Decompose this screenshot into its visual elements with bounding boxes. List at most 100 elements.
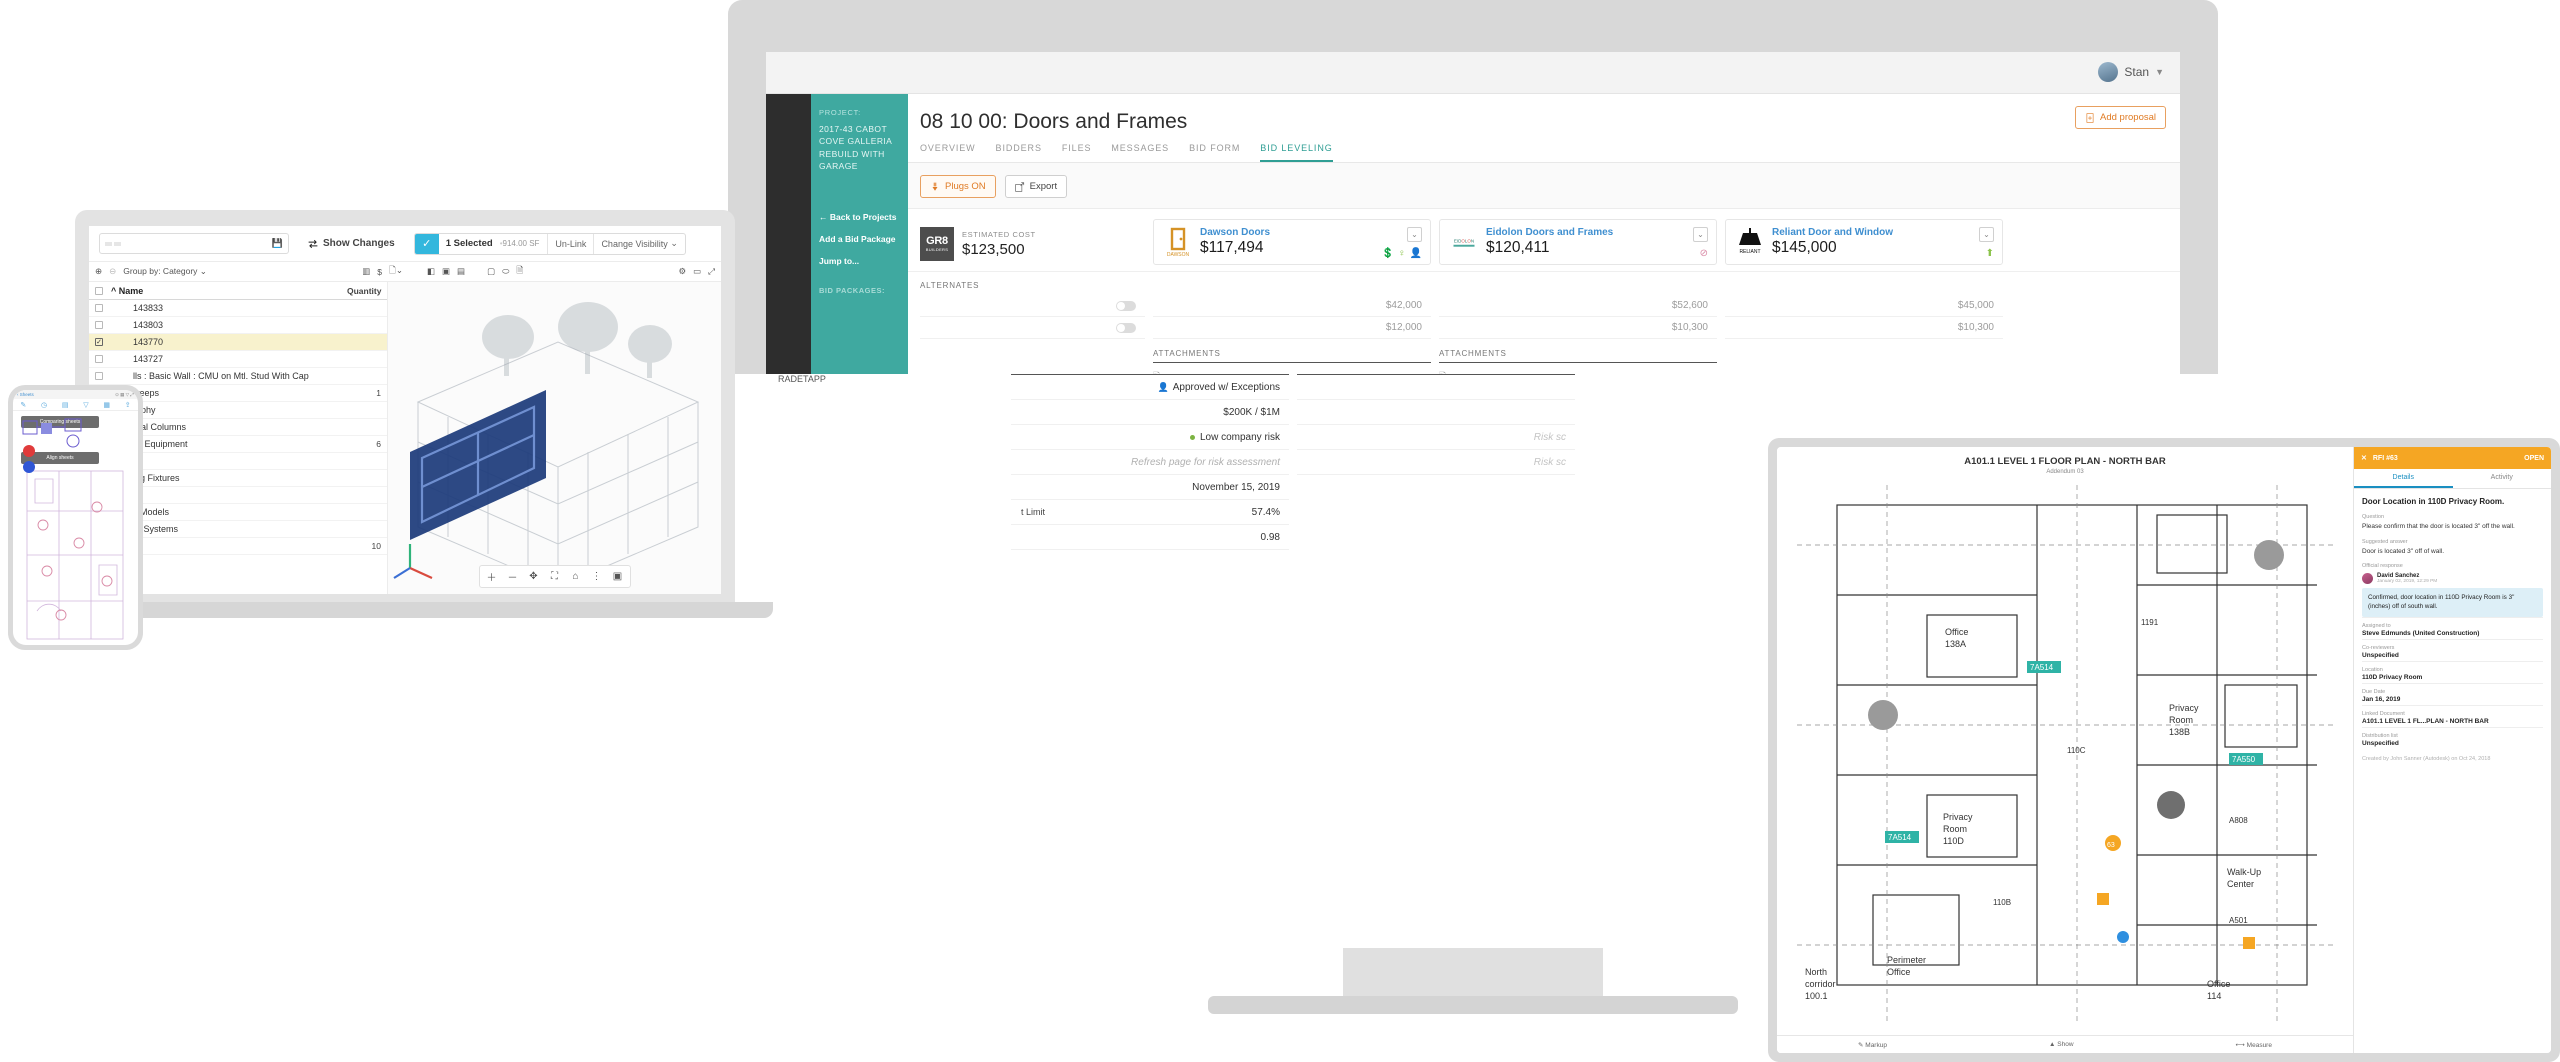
chevron-down-icon[interactable]: ⌄: [1979, 227, 1994, 242]
table-row[interactable]: 143803: [89, 317, 387, 334]
alternate-toggle[interactable]: [1116, 300, 1136, 311]
keyboard-icon[interactable]: ▭: [693, 266, 701, 277]
back-to-projects-link[interactable]: ← Back to Projects: [811, 206, 908, 228]
remove-icon[interactable]: ⊖: [109, 266, 116, 277]
floor-plan-canvas[interactable]: A101.1 LEVEL 1 FLOOR PLAN - NORTH BAR Ad…: [1777, 447, 2353, 1053]
export-button[interactable]: Export: [1004, 175, 1068, 198]
vendor-price: $145,000: [1772, 239, 1837, 256]
person-check-icon: 👤: [1157, 381, 1169, 392]
clock-icon[interactable]: ◷: [41, 401, 47, 409]
view-section-icon[interactable]: ▤: [457, 266, 465, 277]
unlink-button[interactable]: Un-Link: [547, 233, 593, 254]
tab-files[interactable]: FILES: [1062, 143, 1092, 162]
project-panel: PROJECT: 2017-43 CABOT COVE GALLERIA REB…: [811, 94, 908, 374]
view-3d-icon[interactable]: ▢: [487, 266, 495, 277]
export-doc-icon[interactable]: 🗋⌄: [389, 265, 403, 279]
change-visibility-button[interactable]: Change Visibility ⌄: [593, 233, 684, 254]
svg-text:North: North: [1805, 967, 1827, 977]
blueprint-drawing: Office 138A Privacy Room 110D Privacy Room 13…: [1797, 485, 2337, 1025]
svg-text:7A514: 7A514: [2030, 663, 2054, 672]
row-name: c Models: [133, 507, 170, 517]
save-icon[interactable]: 💾: [272, 238, 283, 249]
add-icon[interactable]: ⊕: [95, 266, 102, 277]
vendor-card-eidolon[interactable]: EIDOLON Eidolon Doors and Frames $120,41…: [1439, 219, 1717, 265]
view-box-icon[interactable]: ▣: [442, 266, 450, 277]
row-checkbox[interactable]: [95, 321, 103, 329]
tab-bid-leveling[interactable]: BID LEVELING: [1260, 143, 1333, 162]
responded-at: January 02, 2019, 12:29 PM: [2377, 579, 2438, 585]
model-3d-viewer[interactable]: ＋ － ✥ ⛶ ⌂ ⋮ ▣: [387, 282, 721, 594]
ghost-icon[interactable]: ⬭: [502, 266, 509, 277]
alternates-eidolon: $52,600 $10,300 ATTACHMENTS 🗎 BTC_2017-4…: [1439, 295, 1717, 374]
filter-icon[interactable]: ▽: [83, 401, 88, 409]
vendor-card-dawson[interactable]: DAWSON Dawson Doors $117,494 ⌄ 💲 ♀ 👤: [1153, 219, 1431, 265]
home-icon[interactable]: ⌂: [566, 568, 586, 585]
tab-bid-form[interactable]: BID FORM: [1189, 143, 1240, 162]
back-button[interactable]: ‹ Sheets: [17, 392, 34, 397]
svg-text:114: 114: [2207, 991, 2221, 1001]
alternate-toggle[interactable]: [1116, 322, 1136, 333]
swap-arrows-icon: [308, 239, 318, 248]
view-cube-icon[interactable]: ◧: [427, 266, 435, 277]
zoom-in-icon[interactable]: ＋: [482, 568, 502, 585]
check-icon[interactable]: ✓: [414, 233, 439, 254]
tradeapp-label: RADETAPP: [778, 374, 826, 384]
fit-icon[interactable]: ⛶: [545, 568, 565, 585]
chevron-down-icon[interactable]: ⌄: [1693, 227, 1708, 242]
tab-bidders[interactable]: BIDDERS: [996, 143, 1042, 162]
add-proposal-button[interactable]: Add proposal: [2075, 106, 2166, 129]
row-checkbox[interactable]: [95, 372, 103, 380]
measure-tool[interactable]: ⟷ Measure: [2236, 1041, 2272, 1049]
camera-icon[interactable]: ▣: [608, 568, 628, 585]
grid-icon[interactable]: ▦: [103, 401, 110, 409]
columns-icon[interactable]: ▥: [362, 266, 370, 277]
show-tool[interactable]: ▲ Show: [2049, 1041, 2074, 1048]
share-icon[interactable]: ⇪: [125, 401, 131, 409]
vendor-name[interactable]: Eidolon Doors and Frames: [1486, 227, 1613, 238]
pen-icon[interactable]: ✎: [20, 401, 26, 409]
layers-icon[interactable]: ▤: [62, 401, 69, 409]
plugs-toggle-button[interactable]: Plugs ON: [920, 175, 996, 198]
rfi-id: RFI #63: [2372, 454, 2398, 462]
company-risk-label: Low company risk: [1199, 431, 1280, 443]
vendor-name[interactable]: Reliant Door and Window: [1772, 227, 1893, 238]
table-row[interactable]: lls : Basic Wall : CMU on Mtl. Stud With…: [89, 368, 387, 385]
tab-messages[interactable]: MESSAGES: [1111, 143, 1169, 162]
chevron-down-icon[interactable]: ⌄: [1407, 227, 1422, 242]
gr8-builders-logo: GR8 BUILDERS: [920, 227, 954, 261]
gear-icon[interactable]: ⚙: [679, 266, 687, 277]
mobile-blueprint[interactable]: [13, 415, 138, 645]
expand-icon[interactable]: ⤢: [708, 266, 715, 277]
user-menu[interactable]: Stan ▼: [2098, 62, 2164, 82]
row-checkbox[interactable]: [95, 304, 103, 312]
currency-icon[interactable]: $: [377, 267, 382, 277]
table-row[interactable]: ✓ 143770: [89, 334, 387, 351]
alternate-value: $12,000: [1153, 317, 1431, 339]
sheet-icon[interactable]: 🗎: [516, 265, 523, 279]
add-bid-package-link[interactable]: Add a Bid Package: [811, 228, 908, 250]
show-changes-button[interactable]: Show Changes: [299, 233, 404, 254]
tab-activity[interactable]: Activity: [2453, 469, 2552, 488]
vendor-name[interactable]: Dawson Doors: [1200, 227, 1270, 238]
pan-icon[interactable]: ✥: [524, 568, 544, 585]
markup-tool[interactable]: ✎ Markup: [1858, 1041, 1887, 1049]
rfi-detail-panel: ✕ RFI #63 OPEN Details Activity Door Loc…: [2353, 447, 2551, 1053]
table-row[interactable]: 143727: [89, 351, 387, 368]
svg-text:1191: 1191: [2141, 618, 2159, 627]
zoom-out-icon[interactable]: －: [503, 568, 523, 585]
select-all-checkbox[interactable]: [95, 286, 103, 295]
row-checkbox[interactable]: [95, 355, 103, 363]
row-checkbox[interactable]: ✓: [95, 338, 103, 346]
tab-overview[interactable]: OVERVIEW: [920, 143, 976, 162]
column-quantity: Quantity: [347, 285, 382, 296]
search-input[interactable]: 💾: [99, 233, 289, 254]
mobile-topbar: ‹ Sheets ⊙ ▦ ▽ ⤢: [13, 390, 138, 399]
jump-to-link[interactable]: Jump to...: [811, 250, 908, 272]
table-row[interactable]: 143833: [89, 300, 387, 317]
project-name: 2017-43 CABOT COVE GALLERIA REBUILD WITH…: [819, 124, 892, 171]
vendor-card-reliant[interactable]: RELIANT Reliant Door and Window $145,000…: [1725, 219, 2003, 265]
bid-leveling-content: 08 10 00: Doors and Frames OVERVIEW BIDD…: [908, 94, 2180, 374]
tab-details[interactable]: Details: [2354, 469, 2453, 488]
group-by-dropdown[interactable]: Group by: Category ⌄: [123, 266, 207, 277]
more-icon[interactable]: ⋮: [587, 568, 607, 585]
